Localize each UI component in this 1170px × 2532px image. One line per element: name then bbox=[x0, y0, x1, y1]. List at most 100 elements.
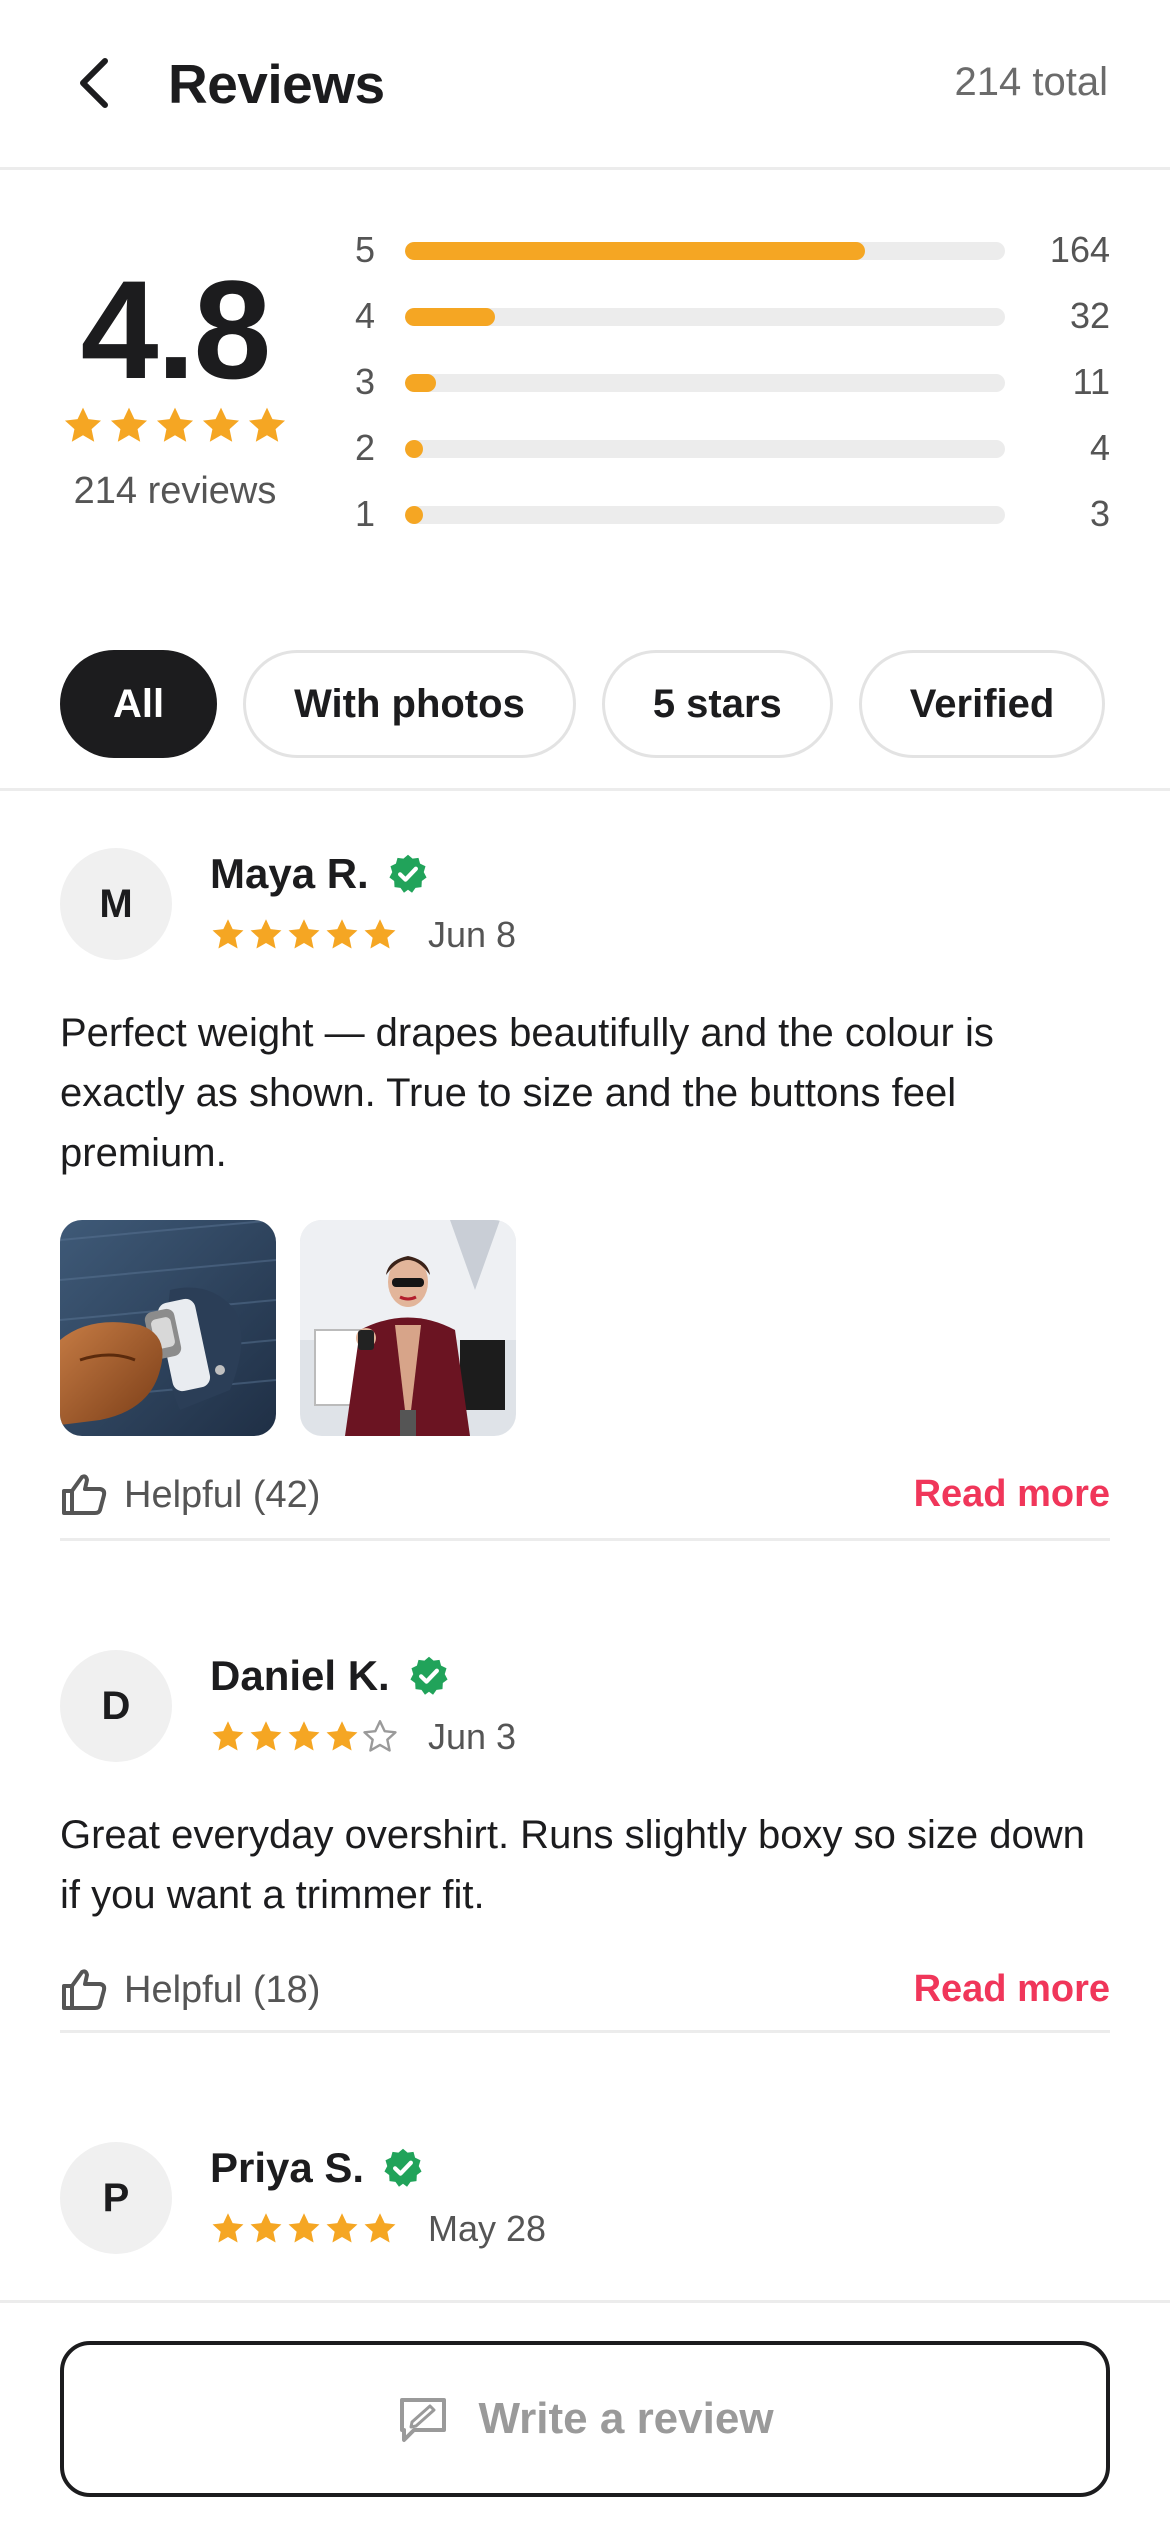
distribution-row-2: 24 bbox=[355, 428, 1110, 468]
avatar: M bbox=[60, 848, 172, 960]
read-more-link[interactable]: Read more bbox=[914, 1968, 1110, 2011]
back-button[interactable] bbox=[60, 48, 130, 118]
distribution-bar-track bbox=[405, 506, 1005, 524]
filter-chip-with-photos[interactable]: With photos bbox=[243, 650, 576, 758]
star-filled-icon bbox=[250, 2213, 282, 2243]
distribution-count: 11 bbox=[1072, 361, 1110, 402]
distribution-bar-track bbox=[405, 374, 1005, 392]
filter-chips: All With photos 5 stars Verified bbox=[60, 650, 1106, 758]
review-photo-coat-woman[interactable] bbox=[300, 1220, 516, 1436]
star-filled-icon bbox=[110, 407, 148, 442]
star-filled-icon bbox=[364, 2213, 396, 2243]
star-filled-icon bbox=[364, 919, 396, 949]
divider bbox=[60, 2030, 1110, 2033]
reviewer-name: Daniel K. bbox=[210, 1652, 450, 1700]
divider bbox=[60, 1538, 1110, 1541]
distribution-count: 3 bbox=[1089, 493, 1110, 534]
star-filled-icon bbox=[212, 919, 244, 949]
review-card: D Daniel K. Jun 3 Great everyday overshi… bbox=[60, 1650, 1110, 2033]
review-meta: Jun 3 bbox=[210, 1716, 516, 1758]
reviewer-name-text: Maya R. bbox=[210, 850, 369, 897]
distribution-label: 1 bbox=[355, 493, 376, 534]
avatar: D bbox=[60, 1650, 172, 1762]
total-count: 214 total bbox=[954, 60, 1108, 104]
review-date: Jun 8 bbox=[428, 914, 517, 955]
review-photo-suit-sleeve[interactable] bbox=[60, 1220, 276, 1436]
review-meta: May 28 bbox=[210, 2208, 546, 2250]
distribution-label: 4 bbox=[355, 295, 376, 336]
review-stars bbox=[210, 2211, 398, 2247]
review-meta: Jun 8 bbox=[210, 914, 516, 956]
average-stars bbox=[60, 405, 290, 447]
reviewer-name: Maya R. bbox=[210, 850, 429, 898]
star-filled-icon bbox=[326, 1721, 358, 1751]
star-filled-icon bbox=[250, 1721, 282, 1751]
helpful-button[interactable]: Helpful (42) bbox=[60, 1473, 320, 1517]
distribution-label: 5 bbox=[355, 229, 376, 270]
chevron-left-icon bbox=[80, 58, 108, 108]
reviewer-name-text: Daniel K. bbox=[210, 1652, 390, 1699]
distribution-bar-fill bbox=[405, 506, 423, 524]
thumbs-up-icon bbox=[62, 1474, 107, 1515]
distribution-count: 32 bbox=[1069, 295, 1110, 336]
star-filled-icon bbox=[326, 2213, 358, 2243]
star-filled-icon bbox=[156, 407, 194, 442]
divider bbox=[0, 788, 1170, 791]
reviewer-name-text: Priya S. bbox=[210, 2144, 365, 2191]
read-more-link[interactable]: Read more bbox=[914, 1473, 1110, 1516]
thumbs-up-icon bbox=[62, 1969, 107, 2010]
star-filled-icon bbox=[248, 407, 286, 442]
distribution-count: 164 bbox=[1049, 229, 1110, 270]
review-date: May 28 bbox=[428, 2208, 547, 2249]
star-filled-icon bbox=[64, 407, 102, 442]
distribution-count: 4 bbox=[1089, 427, 1110, 468]
bottom-bar: Write a review bbox=[0, 2300, 1170, 2532]
distribution-bar-track bbox=[405, 308, 1005, 326]
distribution-bar-fill bbox=[405, 242, 865, 260]
review-card: M Maya R. Jun 8 Perfect weight — drapes … bbox=[60, 848, 1110, 1541]
distribution-bar-fill bbox=[405, 374, 436, 392]
verified-badge-icon bbox=[408, 1655, 450, 1697]
reviewer-name: Priya S. bbox=[210, 2144, 424, 2192]
review-photos bbox=[60, 1220, 516, 1436]
star-filled-icon bbox=[288, 2213, 320, 2243]
compose-icon bbox=[400, 2398, 447, 2442]
review-date: Jun 3 bbox=[428, 1716, 517, 1757]
write-review-button[interactable]: Write a review bbox=[60, 2341, 1110, 2497]
star-filled-icon bbox=[212, 2213, 244, 2243]
star-filled-icon bbox=[326, 919, 358, 949]
review-card: P Priya S. May 28 bbox=[60, 2142, 1110, 2292]
distribution-row-1: 13 bbox=[355, 494, 1110, 534]
star-filled-icon bbox=[288, 1721, 320, 1751]
filter-chip-5-stars[interactable]: 5 stars bbox=[601, 650, 833, 758]
review-stars bbox=[210, 917, 398, 953]
filter-chip-verified[interactable]: Verified bbox=[858, 650, 1106, 758]
star-filled-icon bbox=[250, 919, 282, 949]
avatar: P bbox=[60, 2142, 172, 2254]
star-empty-icon bbox=[363, 1720, 397, 1752]
verified-badge-icon bbox=[382, 2147, 424, 2189]
distribution-row-3: 3 11 bbox=[355, 362, 1110, 402]
distribution-label: 3 bbox=[355, 361, 376, 402]
page-title: Reviews bbox=[168, 53, 385, 115]
star-filled-icon bbox=[288, 919, 320, 949]
distribution-row-5: 5 164 bbox=[355, 230, 1110, 270]
filter-chip-all[interactable]: All bbox=[60, 650, 218, 758]
distribution-bar-track bbox=[405, 242, 1005, 260]
review-stars bbox=[210, 1719, 398, 1755]
review-text: Great everyday overshirt. Runs slightly … bbox=[60, 1813, 1085, 1917]
distribution-label: 2 bbox=[355, 427, 376, 468]
distribution-bar-fill bbox=[405, 308, 495, 326]
distribution-row-4: 4 32 bbox=[355, 296, 1110, 336]
average-rating: 4.8 bbox=[80, 251, 272, 408]
helpful-button[interactable]: Helpful (18) bbox=[60, 1968, 320, 2012]
star-filled-icon bbox=[202, 407, 240, 442]
review-text: Perfect weight — drapes beautifully and … bbox=[60, 1011, 994, 1175]
verified-badge-icon bbox=[387, 853, 429, 895]
distribution-bar-track bbox=[405, 440, 1005, 458]
helpful-count: Helpful (42) bbox=[124, 1473, 321, 1516]
distribution-bar-fill bbox=[405, 440, 423, 458]
star-filled-icon bbox=[212, 1721, 244, 1751]
reviews-count: 214 reviews bbox=[73, 470, 277, 512]
header: Reviews 214 total bbox=[0, 0, 1170, 170]
